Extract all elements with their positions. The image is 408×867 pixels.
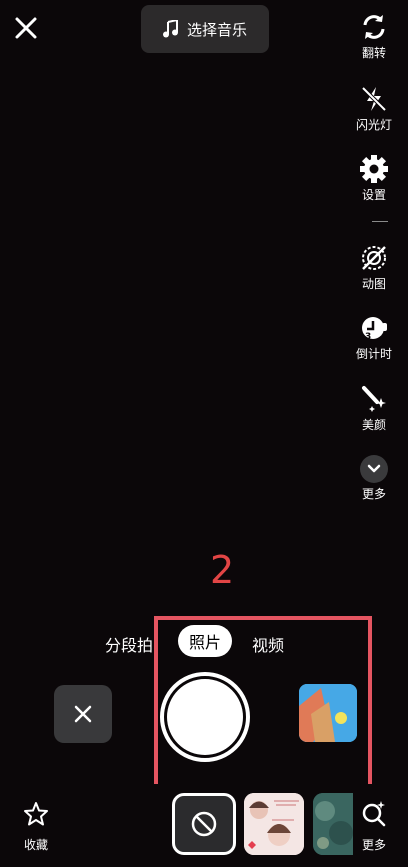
- flip-camera-icon: [363, 15, 385, 39]
- filter-thumbnail-1[interactable]: [244, 793, 304, 855]
- no-filter-icon: [191, 811, 217, 837]
- sidebar-item-settings[interactable]: 设置: [346, 154, 402, 203]
- search-sparkle-icon: [362, 801, 386, 827]
- music-note-icon: [162, 20, 178, 38]
- music-label: 选择音乐: [186, 20, 247, 39]
- sidebar-item-more[interactable]: 更多: [346, 455, 402, 502]
- close-icon: [74, 705, 92, 723]
- sidebar-label-flip: 翻转: [361, 46, 386, 60]
- sidebar-divider: [372, 221, 388, 222]
- tab-segment[interactable]: 分段拍: [105, 632, 153, 656]
- beauty-wand-icon: [362, 386, 386, 412]
- sidebar-label-flash: 闪光灯: [355, 118, 392, 132]
- sidebar-label-beauty: 美颜: [361, 418, 386, 432]
- svg-text:3: 3: [365, 332, 371, 342]
- sidebar-label-timer: 倒计时: [355, 347, 392, 361]
- chevron-down-icon: [367, 464, 381, 473]
- flash-off-icon: [361, 86, 387, 112]
- more-filters-label: 更多: [361, 838, 386, 852]
- sidebar-label-settings: 设置: [361, 188, 386, 202]
- texture-thumbnail-image: [313, 793, 353, 855]
- sidebar-item-beauty[interactable]: 美颜: [346, 384, 402, 433]
- filter-none-button[interactable]: [172, 793, 236, 855]
- gif-icon: [362, 246, 386, 270]
- sidebar-item-flash[interactable]: 闪光灯: [346, 84, 402, 133]
- more-circle: [360, 455, 388, 483]
- gear-icon: [360, 155, 388, 183]
- sidebar-item-flip[interactable]: 翻转: [346, 12, 402, 61]
- sidebar-label-gif: 动图: [361, 277, 386, 291]
- portrait-thumbnail-image: [244, 793, 304, 855]
- sidebar-label-more: 更多: [361, 487, 386, 501]
- star-icon: [24, 802, 48, 826]
- sidebar-item-gif[interactable]: 动图: [346, 243, 402, 292]
- discard-button[interactable]: [54, 685, 112, 743]
- select-music-button[interactable]: 选择音乐: [141, 5, 269, 53]
- close-button[interactable]: [12, 14, 40, 42]
- timer-icon: 3: [362, 317, 387, 342]
- filter-thumbnail-2[interactable]: [313, 793, 353, 855]
- close-icon: [15, 17, 37, 39]
- favorites-button[interactable]: 收藏: [18, 800, 54, 853]
- favorites-label: 收藏: [23, 838, 48, 852]
- highlight-box: [154, 616, 372, 788]
- annotation-number: 2: [210, 548, 235, 592]
- more-filters-button[interactable]: 更多: [356, 800, 392, 853]
- sidebar-item-timer[interactable]: 3 倒计时: [346, 313, 402, 362]
